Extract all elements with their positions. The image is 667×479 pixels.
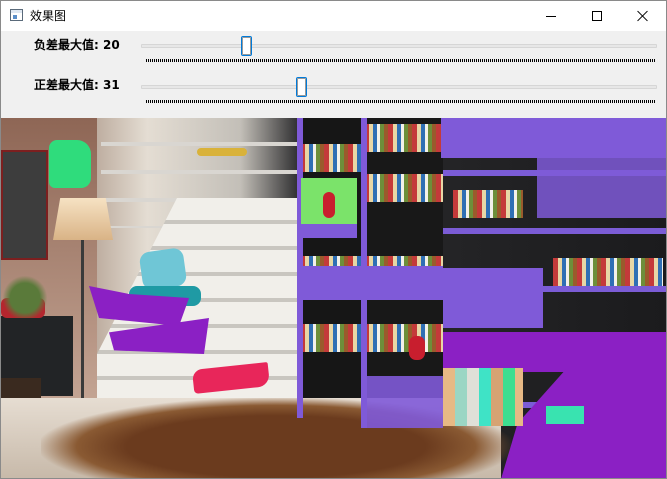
book-row bbox=[300, 324, 361, 352]
overlay-violet-band bbox=[297, 266, 443, 300]
image-window: 效果图 负差最大值: 20 正差最大值: 31 bbox=[0, 0, 667, 479]
overlay-violet-band bbox=[301, 222, 357, 238]
trackbar-positive-thumb[interactable] bbox=[296, 77, 307, 97]
effect-image bbox=[1, 118, 666, 478]
floor-lamp-pole bbox=[81, 240, 84, 400]
title-bar[interactable]: 效果图 bbox=[1, 1, 666, 31]
book-row bbox=[553, 258, 663, 286]
binders-row bbox=[443, 368, 523, 426]
pillow-cyan bbox=[138, 247, 188, 291]
overlay-violet-band bbox=[361, 376, 443, 428]
overlay-violet-band bbox=[441, 118, 666, 158]
potted-plant bbox=[3, 268, 47, 318]
minimize-icon[interactable] bbox=[528, 1, 574, 31]
overlay-violet-band bbox=[443, 268, 543, 328]
trackbar-negative-ticks bbox=[146, 59, 656, 62]
overlay-violet-band bbox=[537, 158, 666, 218]
trackbar-negative-thumb[interactable] bbox=[241, 36, 252, 56]
book-row bbox=[364, 324, 443, 352]
book-row bbox=[453, 190, 523, 218]
overlay-cyan-box bbox=[546, 406, 584, 424]
overlay-yellow-stroke bbox=[197, 148, 247, 156]
trackbar-positive-track[interactable] bbox=[141, 85, 657, 89]
overlay-red-blob bbox=[409, 336, 425, 360]
trackbar-positive-ticks bbox=[146, 100, 656, 103]
overlay-green-blob bbox=[49, 140, 91, 188]
floor-lamp-shade bbox=[53, 198, 113, 240]
window-title: 效果图 bbox=[30, 9, 67, 23]
overlay-red-blob bbox=[323, 192, 335, 218]
book-row bbox=[364, 124, 443, 152]
trackbar-positive-label: 正差最大值: 31 bbox=[34, 78, 120, 92]
window-app-icon bbox=[10, 9, 23, 21]
maximize-icon[interactable] bbox=[574, 1, 620, 31]
close-icon[interactable] bbox=[620, 1, 666, 31]
trackbar-negative-track[interactable] bbox=[141, 44, 657, 48]
book-row bbox=[364, 174, 443, 202]
wall-painting bbox=[1, 150, 48, 260]
book-row bbox=[300, 144, 361, 172]
overlay-purple-band bbox=[443, 332, 666, 372]
trackbar-negative-label: 负差最大值: 20 bbox=[34, 38, 120, 52]
